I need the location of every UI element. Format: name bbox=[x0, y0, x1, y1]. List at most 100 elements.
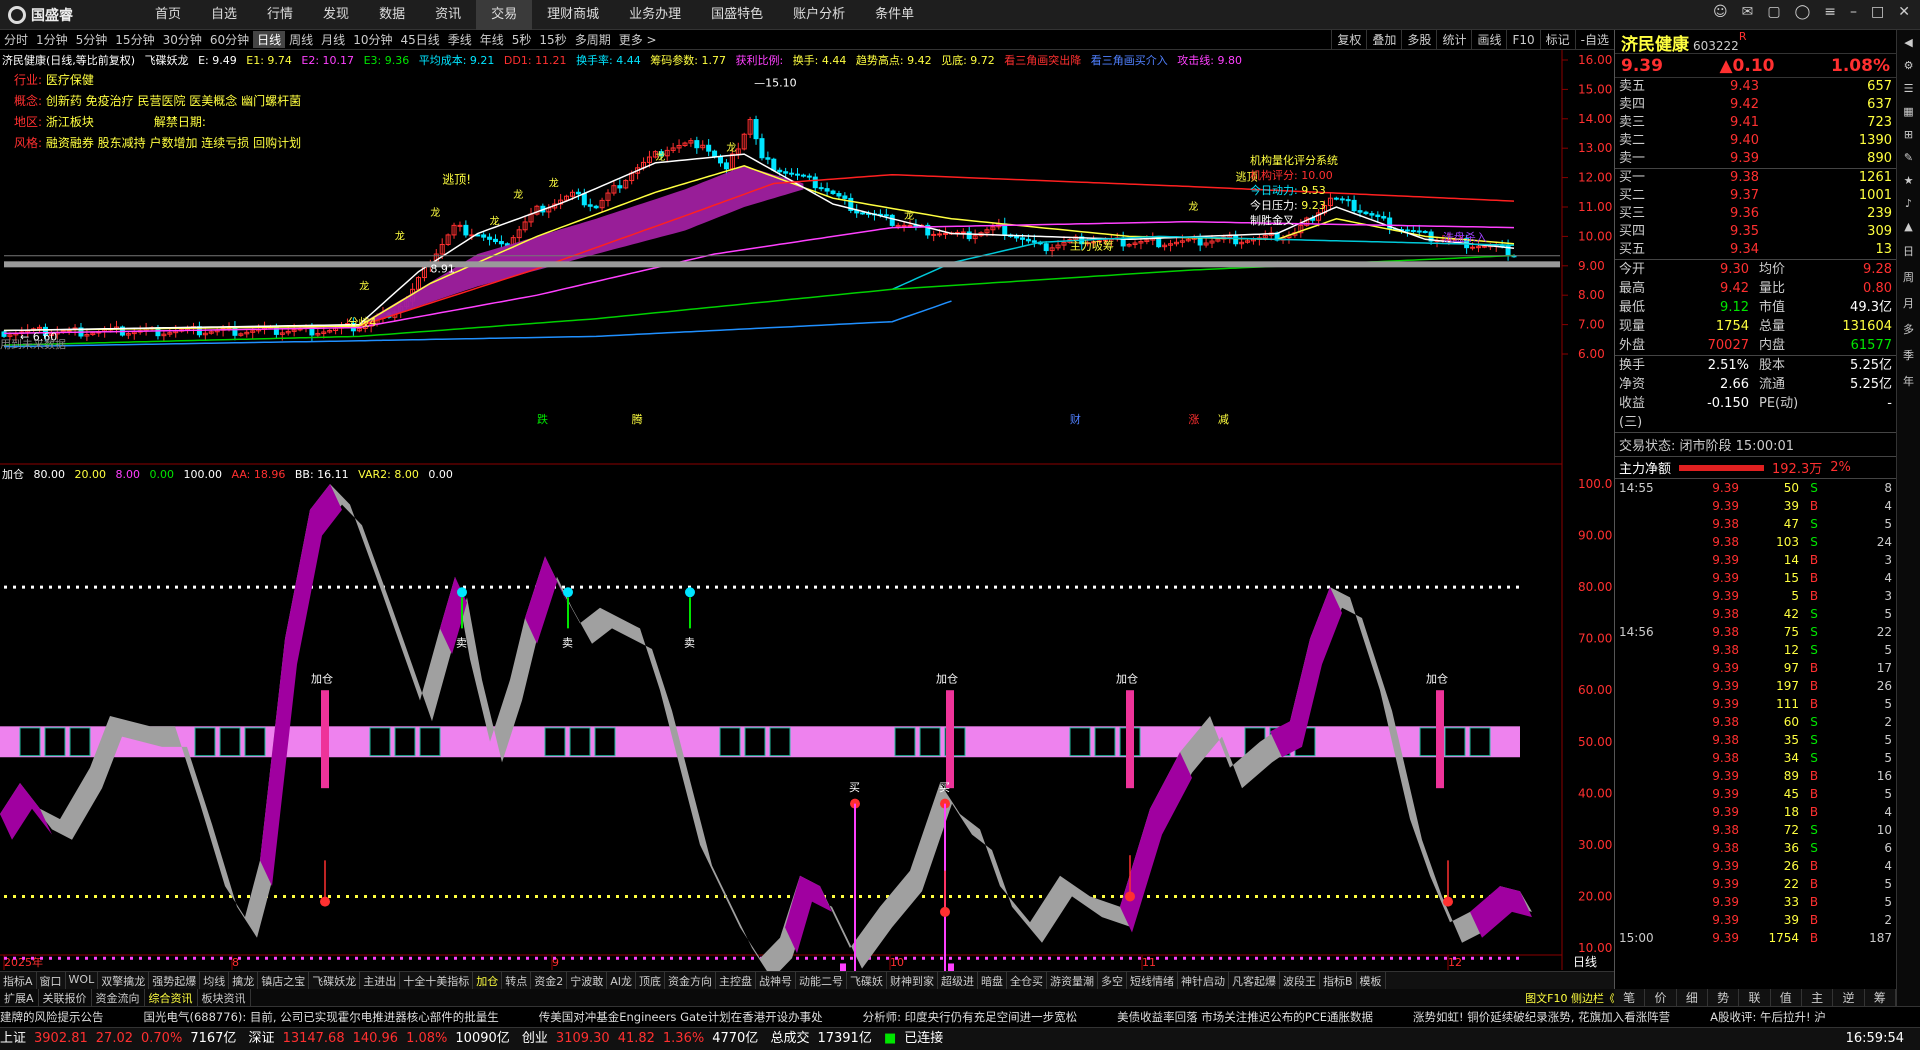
indicator-tab-27[interactable]: 多空 bbox=[1098, 972, 1127, 989]
menu-item-5[interactable]: 资讯 bbox=[420, 0, 476, 30]
indicator-tab-28[interactable]: 短线情绪 bbox=[1127, 972, 1178, 989]
kline-chart[interactable]: 16.00 15.00 14.00 13.00 12.00 11.00 10.00 9.00 8… bbox=[0, 50, 1614, 971]
bid-row-2[interactable]: 买三 9.36 239 bbox=[1619, 205, 1892, 223]
menu-icon[interactable]: ≡ bbox=[1824, 4, 1836, 20]
period-tab-14[interactable]: 15秒 bbox=[535, 31, 570, 48]
ticker-item-2[interactable]: 传美国对冲基金Engineers Gate计划在香港开设办事处 bbox=[539, 1010, 823, 1024]
ask-row-3[interactable]: 卖二 9.40 1390 bbox=[1619, 132, 1892, 150]
menu-item-11[interactable]: 条件单 bbox=[860, 0, 929, 30]
ask-row-4[interactable]: 卖一 9.39 890 bbox=[1619, 150, 1892, 168]
menu-item-3[interactable]: 发现 bbox=[308, 0, 364, 30]
indicator-tab-4[interactable]: 强势起爆 bbox=[149, 972, 201, 989]
chart-tool-3[interactable]: 统计 bbox=[1436, 30, 1471, 50]
app-logo[interactable]: 国盛睿 bbox=[8, 5, 73, 25]
chart-tool-0[interactable]: 复权 bbox=[1331, 30, 1366, 50]
quote-tab-0[interactable]: 笔 bbox=[1614, 989, 1646, 1006]
indicator-tab-0[interactable]: 指标A bbox=[0, 972, 37, 989]
indicator-tab-23[interactable]: 超级进 bbox=[938, 972, 978, 989]
menu-item-1[interactable]: 自选 bbox=[196, 0, 252, 30]
indicator-tab-6[interactable]: 擒龙 bbox=[229, 972, 259, 989]
indicator-tab-3[interactable]: 双擎擒龙 bbox=[98, 972, 150, 989]
menu-item-10[interactable]: 账户分析 bbox=[778, 0, 860, 30]
chart-tool-1[interactable]: 叠加 bbox=[1366, 30, 1401, 50]
indicator-tab-5[interactable]: 均线 bbox=[200, 972, 230, 989]
ticker-item-0[interactable]: 建牌的风险提示公告 bbox=[0, 1010, 104, 1024]
news-tab-3[interactable]: 综合资讯 bbox=[145, 989, 198, 1006]
minimize-icon[interactable]: – bbox=[1850, 4, 1857, 20]
news-ticker[interactable]: 建牌的风险提示公告 国光电气(688776): 目前, 公司已实现霍尔电推进器核心… bbox=[0, 1006, 1920, 1027]
sidebar-icon-4[interactable]: ⊞ bbox=[1904, 128, 1913, 141]
ask-row-2[interactable]: 卖三 9.41 723 bbox=[1619, 114, 1892, 132]
quote-tab-7[interactable]: 逆 bbox=[1833, 989, 1865, 1006]
tick-list[interactable]: 14:55 9.39 50 S 8 9.39 39 B 4 9.38 47 S 5 9.38 103 S 24 9… bbox=[1615, 479, 1896, 947]
bid-row-0[interactable]: 买一 9.38 1261 bbox=[1619, 169, 1892, 187]
news-panel-toggle[interactable]: 图文F10 侧边栏《 bbox=[1521, 989, 1620, 1006]
indicator-tab-31[interactable]: 波段王 bbox=[1280, 972, 1320, 989]
sidebar-period-3[interactable]: 多 bbox=[1903, 321, 1914, 337]
period-tab-1[interactable]: 1分钟 bbox=[32, 31, 72, 48]
period-tab-0[interactable]: 分时 bbox=[0, 31, 32, 48]
menu-item-2[interactable]: 行情 bbox=[252, 0, 308, 30]
period-tab-4[interactable]: 30分钟 bbox=[159, 31, 206, 48]
sidebar-icon-1[interactable]: ⚙ bbox=[1904, 59, 1914, 72]
indicator-tab-33[interactable]: 模板 bbox=[1357, 972, 1386, 989]
period-tab-3[interactable]: 15分钟 bbox=[111, 31, 158, 48]
news-tab-0[interactable]: 扩展A bbox=[0, 989, 39, 1006]
period-tab-7[interactable]: 周线 bbox=[285, 31, 317, 48]
mail-icon[interactable]: ✉ bbox=[1742, 4, 1754, 20]
period-tab-13[interactable]: 5秒 bbox=[508, 31, 536, 48]
sidebar-icon-2[interactable]: ☰ bbox=[1904, 82, 1914, 95]
quote-tab-2[interactable]: 细 bbox=[1677, 989, 1708, 1006]
news-tab-1[interactable]: 关联报价 bbox=[39, 989, 92, 1006]
ticker-item-3[interactable]: 分析师: 印度央行仍有充足空间进一步宽松 bbox=[863, 1010, 1078, 1024]
period-tab-16[interactable]: 更多 > bbox=[615, 31, 661, 48]
indicator-tab-17[interactable]: 资金方向 bbox=[665, 972, 716, 989]
menu-item-7[interactable]: 理财商城 bbox=[532, 0, 614, 30]
sidebar-icon-8[interactable]: ▲ bbox=[1904, 220, 1912, 233]
indicator-tab-21[interactable]: 飞碟妖 bbox=[847, 972, 887, 989]
sidebar-icon-0[interactable]: ◀ bbox=[1904, 36, 1912, 49]
chat-icon[interactable]: ☺ bbox=[1713, 4, 1728, 20]
quote-tab-1[interactable]: 价 bbox=[1645, 989, 1677, 1006]
quote-tab-6[interactable]: 主 bbox=[1802, 989, 1834, 1006]
bid-row-3[interactable]: 买四 9.35 309 bbox=[1619, 223, 1892, 241]
ticker-item-1[interactable]: 国光电气(688776): 目前, 公司已实现霍尔电推进器核心部件的批量生 bbox=[144, 1010, 499, 1024]
chart-tool-4[interactable]: 画线 bbox=[1471, 30, 1506, 50]
sidebar-period-4[interactable]: 季 bbox=[1903, 347, 1914, 363]
indicator-tab-11[interactable]: 加仓 bbox=[473, 972, 503, 989]
indicator-tab-26[interactable]: 游资量潮 bbox=[1047, 972, 1098, 989]
period-tab-5[interactable]: 60分钟 bbox=[206, 31, 253, 48]
chart-tool-7[interactable]: -自选 bbox=[1574, 30, 1614, 50]
indicator-tab-12[interactable]: 转点 bbox=[502, 972, 532, 989]
indicator-tab-20[interactable]: 动能二号 bbox=[796, 972, 847, 989]
period-tab-2[interactable]: 5分钟 bbox=[72, 31, 112, 48]
menu-item-0[interactable]: 首页 bbox=[140, 0, 196, 30]
indicator-tab-7[interactable]: 镇店之宝 bbox=[258, 972, 310, 989]
bid-row-4[interactable]: 买五 9.34 13 bbox=[1619, 241, 1892, 259]
period-tab-9[interactable]: 10分钟 bbox=[349, 31, 396, 48]
close-icon[interactable]: ✕ bbox=[1898, 4, 1910, 20]
maximize-icon[interactable]: □ bbox=[1871, 4, 1884, 20]
indicator-tab-16[interactable]: 顶底 bbox=[636, 972, 665, 989]
news-tab-4[interactable]: 板块资讯 bbox=[198, 989, 251, 1006]
sidebar-period-5[interactable]: 年 bbox=[1903, 373, 1914, 389]
sidebar-period-0[interactable]: 日 bbox=[1903, 243, 1914, 259]
news-tab-2[interactable]: 资金流向 bbox=[92, 989, 145, 1006]
menu-item-9[interactable]: 国盛特色 bbox=[696, 0, 778, 30]
indicator-tab-10[interactable]: 十全十美指标 bbox=[400, 972, 474, 989]
skin-icon[interactable]: ▢ bbox=[1767, 4, 1780, 20]
indicator-tab-30[interactable]: 凡客起爆 bbox=[1229, 972, 1280, 989]
sidebar-icon-6[interactable]: ★ bbox=[1904, 174, 1914, 187]
sidebar-period-2[interactable]: 月 bbox=[1903, 295, 1914, 311]
ticker-item-5[interactable]: 涨势如虹! 铜价延续破纪录涨势, 花旗加入看涨阵营 bbox=[1413, 1010, 1670, 1024]
menu-item-4[interactable]: 数据 bbox=[364, 0, 420, 30]
indicator-tab-8[interactable]: 飞碟妖龙 bbox=[309, 972, 361, 989]
period-tab-6[interactable]: 日线 bbox=[253, 31, 286, 48]
indicator-tab-15[interactable]: AI龙 bbox=[607, 972, 636, 989]
menu-item-6[interactable]: 交易 bbox=[476, 0, 533, 30]
ask-row-0[interactable]: 卖五 9.43 657 bbox=[1619, 78, 1892, 96]
indicator-tab-13[interactable]: 资金2 bbox=[531, 972, 568, 989]
message-icon[interactable]: ◯ bbox=[1795, 4, 1811, 20]
chart-tool-5[interactable]: F10 bbox=[1506, 30, 1539, 50]
period-tab-8[interactable]: 月线 bbox=[317, 31, 349, 48]
